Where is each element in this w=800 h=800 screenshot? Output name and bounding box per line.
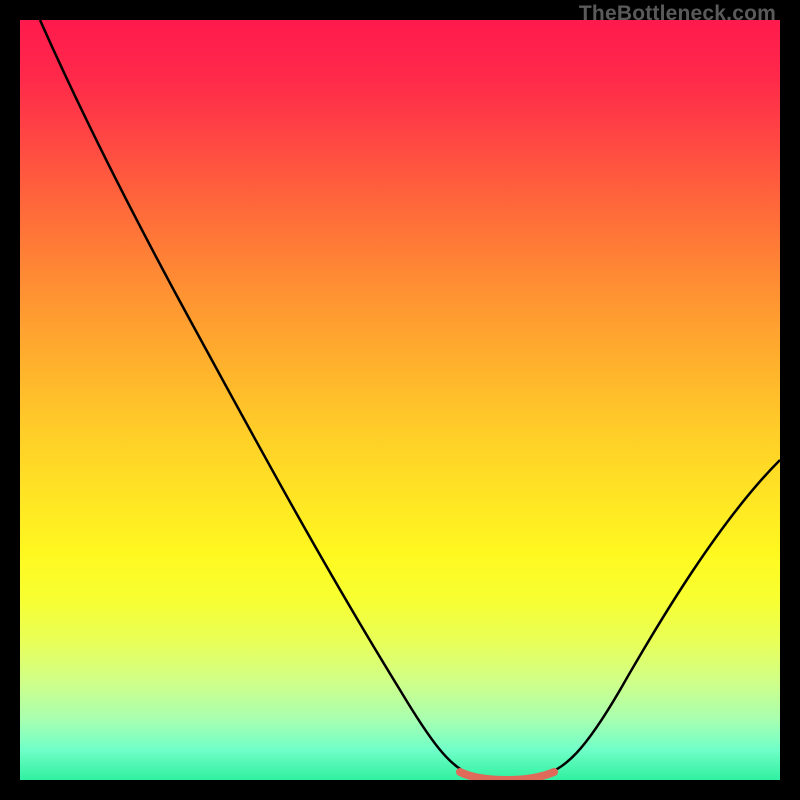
chart-plot xyxy=(20,20,780,780)
watermark-text: TheBottleneck.com xyxy=(579,2,776,26)
bottleneck-curve xyxy=(40,20,780,779)
chart-frame xyxy=(20,20,780,780)
optimal-range-highlight xyxy=(460,772,554,780)
